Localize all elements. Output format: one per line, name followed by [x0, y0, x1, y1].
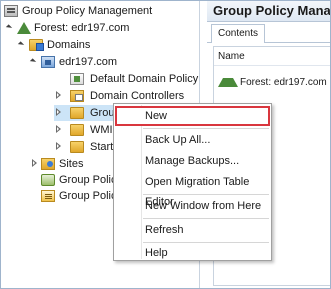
window-frame [0, 0, 331, 289]
